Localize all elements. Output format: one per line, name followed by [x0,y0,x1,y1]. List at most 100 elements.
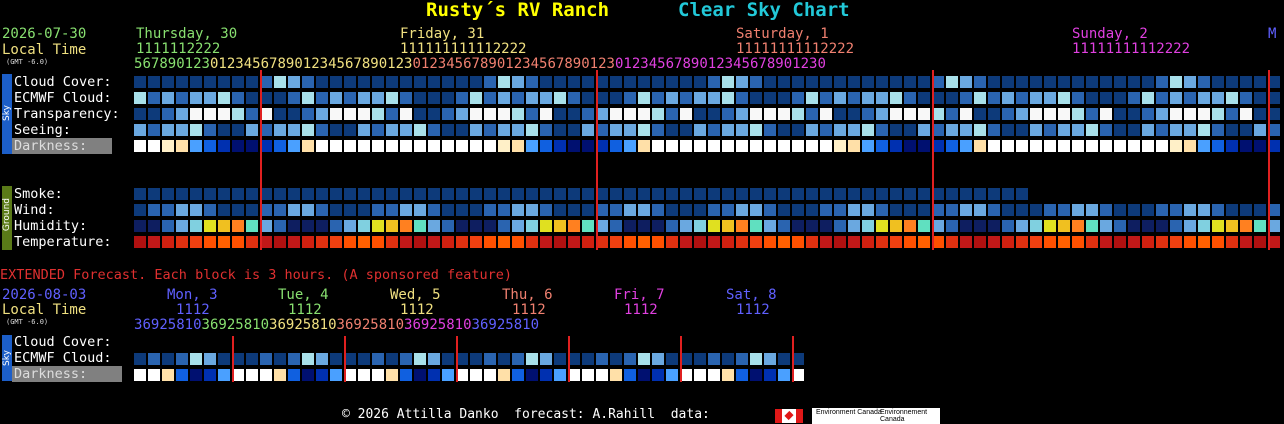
humidity-block [400,220,412,232]
smoke-block [386,188,398,200]
darkness-block [610,140,622,152]
ext-darkness-block [204,369,216,381]
transparency-block [1142,108,1154,120]
temperature-block [708,236,720,248]
wind-block [582,204,594,216]
smoke-block [890,188,902,200]
temperature-block [526,236,538,248]
seeing-block [1016,124,1028,136]
darkness-block [470,140,482,152]
seeing-block [442,124,454,136]
temperature-block [1114,236,1126,248]
cloud-cover-block [204,76,216,88]
ext-ecmwf-cloud-block [498,353,510,365]
wind-block [708,204,720,216]
humidity-block [1100,220,1112,232]
darkness-block [1240,140,1252,152]
humidity-block [1016,220,1028,232]
humidity-block [988,220,1000,232]
wind-block [806,204,818,216]
ecmwf-cloud-block [442,92,454,104]
transparency-block [442,108,454,120]
darkness-block [386,140,398,152]
transparency-block [1156,108,1168,120]
seeing-block [176,124,188,136]
smoke-block [974,188,986,200]
cloud-cover-block [162,76,174,88]
humidity-block [764,220,776,232]
temperature-block [386,236,398,248]
transparency-block [666,108,678,120]
ecmwf-cloud-block [1128,92,1140,104]
ecmwf-cloud-block [652,92,664,104]
smoke-block [694,188,706,200]
ext-darkness-block [162,369,174,381]
transparency-block [1240,108,1252,120]
ecmwf-cloud-block [1254,92,1266,104]
humidity-block [1086,220,1098,232]
forecast-grid [134,70,1280,382]
ecmwf-cloud-block [694,92,706,104]
ecmwf-cloud-block [582,92,594,104]
seeing-block [904,124,916,136]
smoke-block [302,188,314,200]
ecmwf-cloud-block [428,92,440,104]
wind-block [316,204,328,216]
transparency-block [484,108,496,120]
temperature-block [960,236,972,248]
transparency-block [218,108,230,120]
seeing-block [876,124,888,136]
transparency-block [344,108,356,120]
ecmwf-cloud-block [512,92,524,104]
ecmwf-cloud-block [1156,92,1168,104]
humidity-block [456,220,468,232]
transparency-block [1114,108,1126,120]
temperature-block [1226,236,1238,248]
humidity-block [526,220,538,232]
darkness-block [554,140,566,152]
smoke-block [610,188,622,200]
cloud-cover-block [624,76,636,88]
transparency-block [456,108,468,120]
humidity-block [708,220,720,232]
transparency-block [1198,108,1210,120]
darkness-block [834,140,846,152]
darkness-block [400,140,412,152]
temperature-block [1142,236,1154,248]
seeing-block [1072,124,1084,136]
temperature-block [176,236,188,248]
wind-block [386,204,398,216]
ecmwf-cloud-block [274,92,286,104]
smoke-block [330,188,342,200]
darkness-block [498,140,510,152]
temperature-block [806,236,818,248]
cloud-cover-block [862,76,874,88]
ecmwf-cloud-block [246,92,258,104]
ecmwf-cloud-block [1072,92,1084,104]
humidity-block [848,220,860,232]
temperature-block [554,236,566,248]
darkness-block [904,140,916,152]
environment-canada-logo: Environment Canada Environnement Canada [812,408,940,424]
transparency-block [302,108,314,120]
ext-darkness-block [638,369,650,381]
seeing-block [344,124,356,136]
ecmwf-cloud-block [862,92,874,104]
ext-ecmwf-cloud-block [484,353,496,365]
cloud-cover-block [666,76,678,88]
humidity-block [582,220,594,232]
ecmwf-cloud-block [330,92,342,104]
temperature-block [512,236,524,248]
cloud-cover-block [148,76,160,88]
wind-block [890,204,902,216]
temperature-block [274,236,286,248]
humidity-block [1212,220,1224,232]
wind-block [1212,204,1224,216]
darkness-block [820,140,832,152]
cloud-cover-block [554,76,566,88]
humidity-block [316,220,328,232]
humidity-block [540,220,552,232]
ecmwf-cloud-block [1226,92,1238,104]
transparency-block [190,108,202,120]
humidity-block [1184,220,1196,232]
